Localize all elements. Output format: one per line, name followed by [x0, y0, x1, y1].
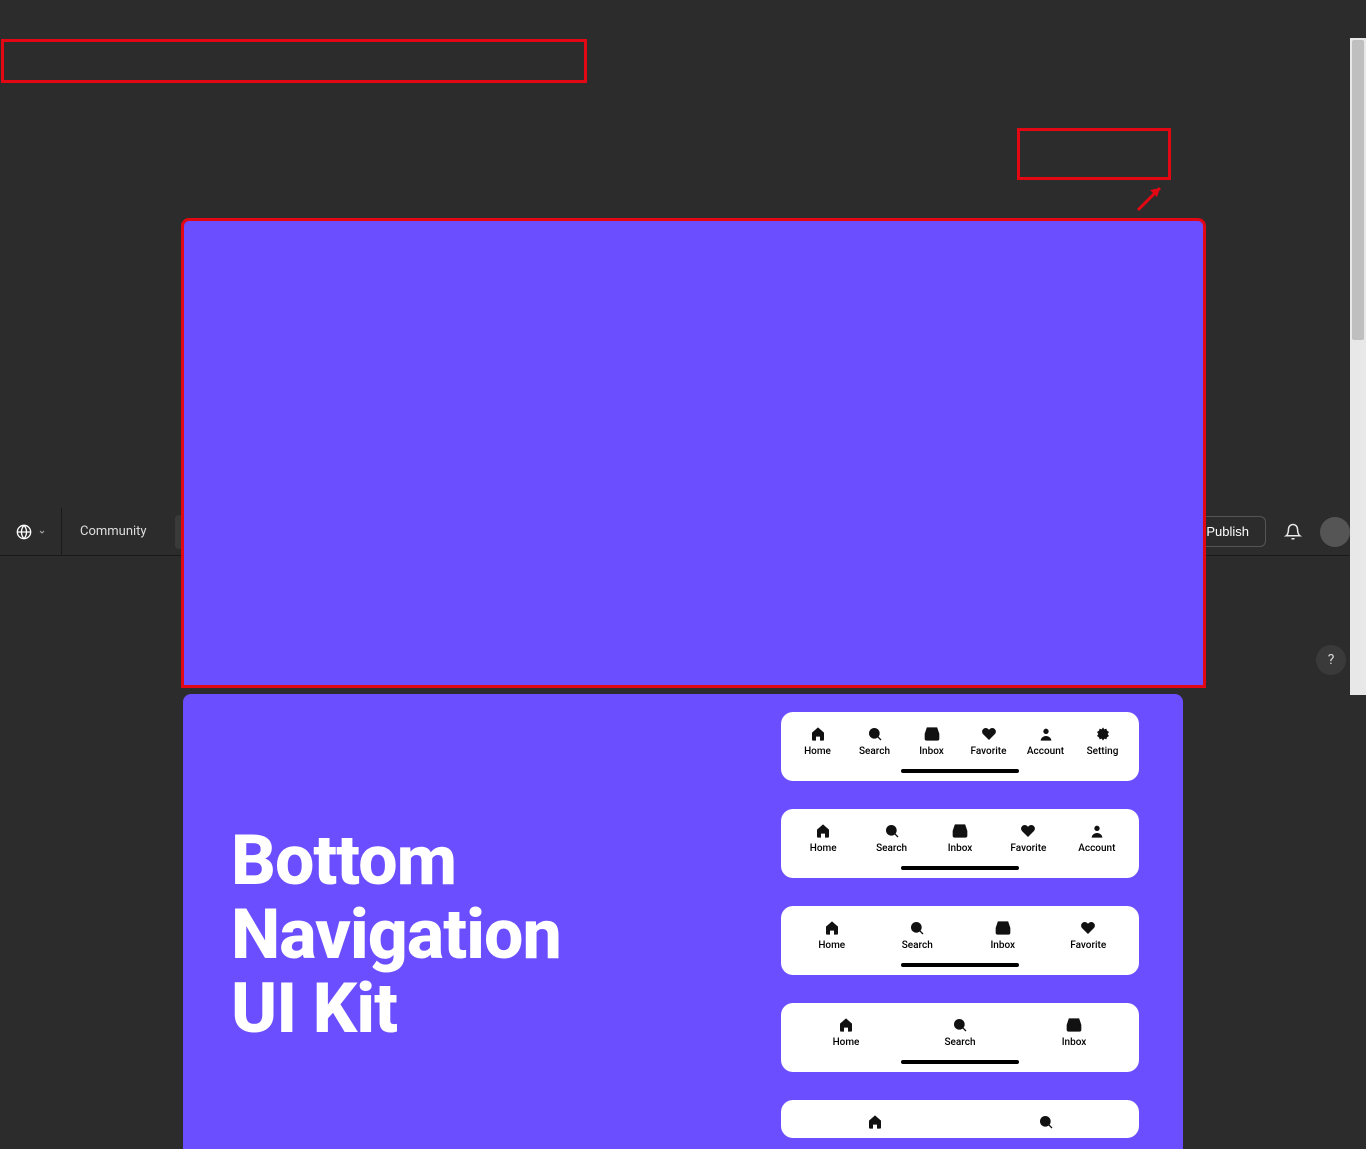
- close-icon[interactable]: [538, 526, 550, 538]
- nav-item-inbox: Inbox: [960, 920, 1046, 951]
- home-icon: [838, 1017, 854, 1033]
- nav-item-favorite: Favorite: [960, 726, 1017, 757]
- nav-item-search: Search: [875, 920, 961, 951]
- inbox-icon: [952, 823, 968, 839]
- nav-item-search: Search: [857, 823, 925, 854]
- nav-item-inbox: Inbox: [926, 823, 994, 854]
- search-icon: [185, 525, 199, 539]
- inbox-icon: [924, 726, 940, 742]
- nav-item-search: Search: [846, 726, 903, 757]
- search-field[interactable]: [175, 515, 560, 549]
- home-menu-button[interactable]: [0, 508, 62, 556]
- search-icon: [867, 726, 883, 742]
- inbox-icon: [995, 920, 1011, 936]
- like-button[interactable]: 18: [961, 607, 1031, 643]
- home-indicator: [901, 1060, 1019, 1064]
- author-name[interactable]: By Rani: [221, 634, 267, 650]
- preview-canvas[interactable]: Bottom Navigation UI Kit Home Search Inb…: [183, 694, 1183, 1149]
- annotation-box: [1017, 128, 1171, 180]
- scrollbar-thumb[interactable]: [1352, 40, 1364, 340]
- nav-example-5: Home Search Inbox Favorite Account: [781, 809, 1139, 878]
- nav-item-home: Home: [789, 920, 875, 951]
- nav-item-search: [960, 1114, 1131, 1130]
- nav-example-3: Home Search Inbox: [781, 1003, 1139, 1072]
- nav-item-inbox: Inbox: [1017, 1017, 1131, 1048]
- home-icon: [824, 920, 840, 936]
- annotation-box: [1, 39, 587, 83]
- heart-icon: [1020, 823, 1036, 839]
- nav-item-account: Account: [1017, 726, 1074, 757]
- user-icon: [1089, 823, 1105, 839]
- bell-icon[interactable]: [1284, 523, 1302, 541]
- nav-item-account: Account: [1063, 823, 1131, 854]
- heart-icon: [976, 617, 992, 633]
- community-tab[interactable]: Community: [62, 508, 165, 556]
- user-icon: [1038, 726, 1054, 742]
- topbar-left: Community: [0, 508, 560, 555]
- nav-item-setting: Setting: [1074, 726, 1131, 757]
- nav-item-favorite: Favorite: [1046, 920, 1132, 951]
- search-icon: [952, 1017, 968, 1033]
- preview-hero-text: Bottom Navigation UI Kit: [231, 824, 561, 1047]
- search-input[interactable]: [209, 524, 538, 539]
- home-icon: [815, 823, 831, 839]
- chevron-down-icon: [38, 528, 46, 536]
- nav-example-6: Home Search Inbox Favorite Account Setti…: [781, 712, 1139, 781]
- nav-item-home: Home: [789, 823, 857, 854]
- home-indicator: [901, 963, 1019, 967]
- publish-button[interactable]: Publish: [1189, 516, 1266, 547]
- page-content: Bottom Navigation UI Kit By Rani 18 Get …: [183, 556, 1183, 1149]
- resource-actions: 18 Get a copy 311: [961, 606, 1183, 644]
- search-icon: [1038, 1114, 1054, 1130]
- nav-item-home: Home: [789, 1017, 903, 1048]
- topbar-right: Publish: [1189, 516, 1350, 547]
- nav-item-home: [789, 1114, 960, 1130]
- copy-count: 311: [1144, 617, 1167, 633]
- home-icon: [810, 726, 826, 742]
- heart-icon: [981, 726, 997, 742]
- nav-example-2: [781, 1100, 1139, 1138]
- home-indicator: [901, 769, 1019, 773]
- topbar: Community Publish: [0, 508, 1366, 556]
- nav-item-search: Search: [903, 1017, 1017, 1048]
- gear-icon: [1095, 726, 1111, 742]
- search-icon: [884, 823, 900, 839]
- nav-item-favorite: Favorite: [994, 823, 1062, 854]
- user-avatar[interactable]: [1320, 517, 1350, 547]
- nav-item-home: Home: [789, 726, 846, 757]
- author-avatar[interactable]: [183, 628, 211, 656]
- inbox-icon: [1066, 1017, 1082, 1033]
- nav-examples: Home Search Inbox Favorite Account Setti…: [781, 712, 1139, 1138]
- get-copy-button[interactable]: Get a copy 311: [1045, 606, 1183, 644]
- home-icon: [867, 1114, 883, 1130]
- heart-icon: [1080, 920, 1096, 936]
- nav-item-inbox: Inbox: [903, 726, 960, 757]
- annotation-arrow: [1130, 180, 1170, 220]
- search-icon: [909, 920, 925, 936]
- get-copy-label: Get a copy: [1061, 617, 1133, 633]
- like-count: 18: [1000, 617, 1016, 633]
- home-indicator: [901, 866, 1019, 870]
- scrollbar-track[interactable]: [1350, 38, 1366, 695]
- help-button[interactable]: ?: [1316, 645, 1346, 675]
- globe-icon: [16, 524, 32, 540]
- nav-example-4: Home Search Inbox Favorite: [781, 906, 1139, 975]
